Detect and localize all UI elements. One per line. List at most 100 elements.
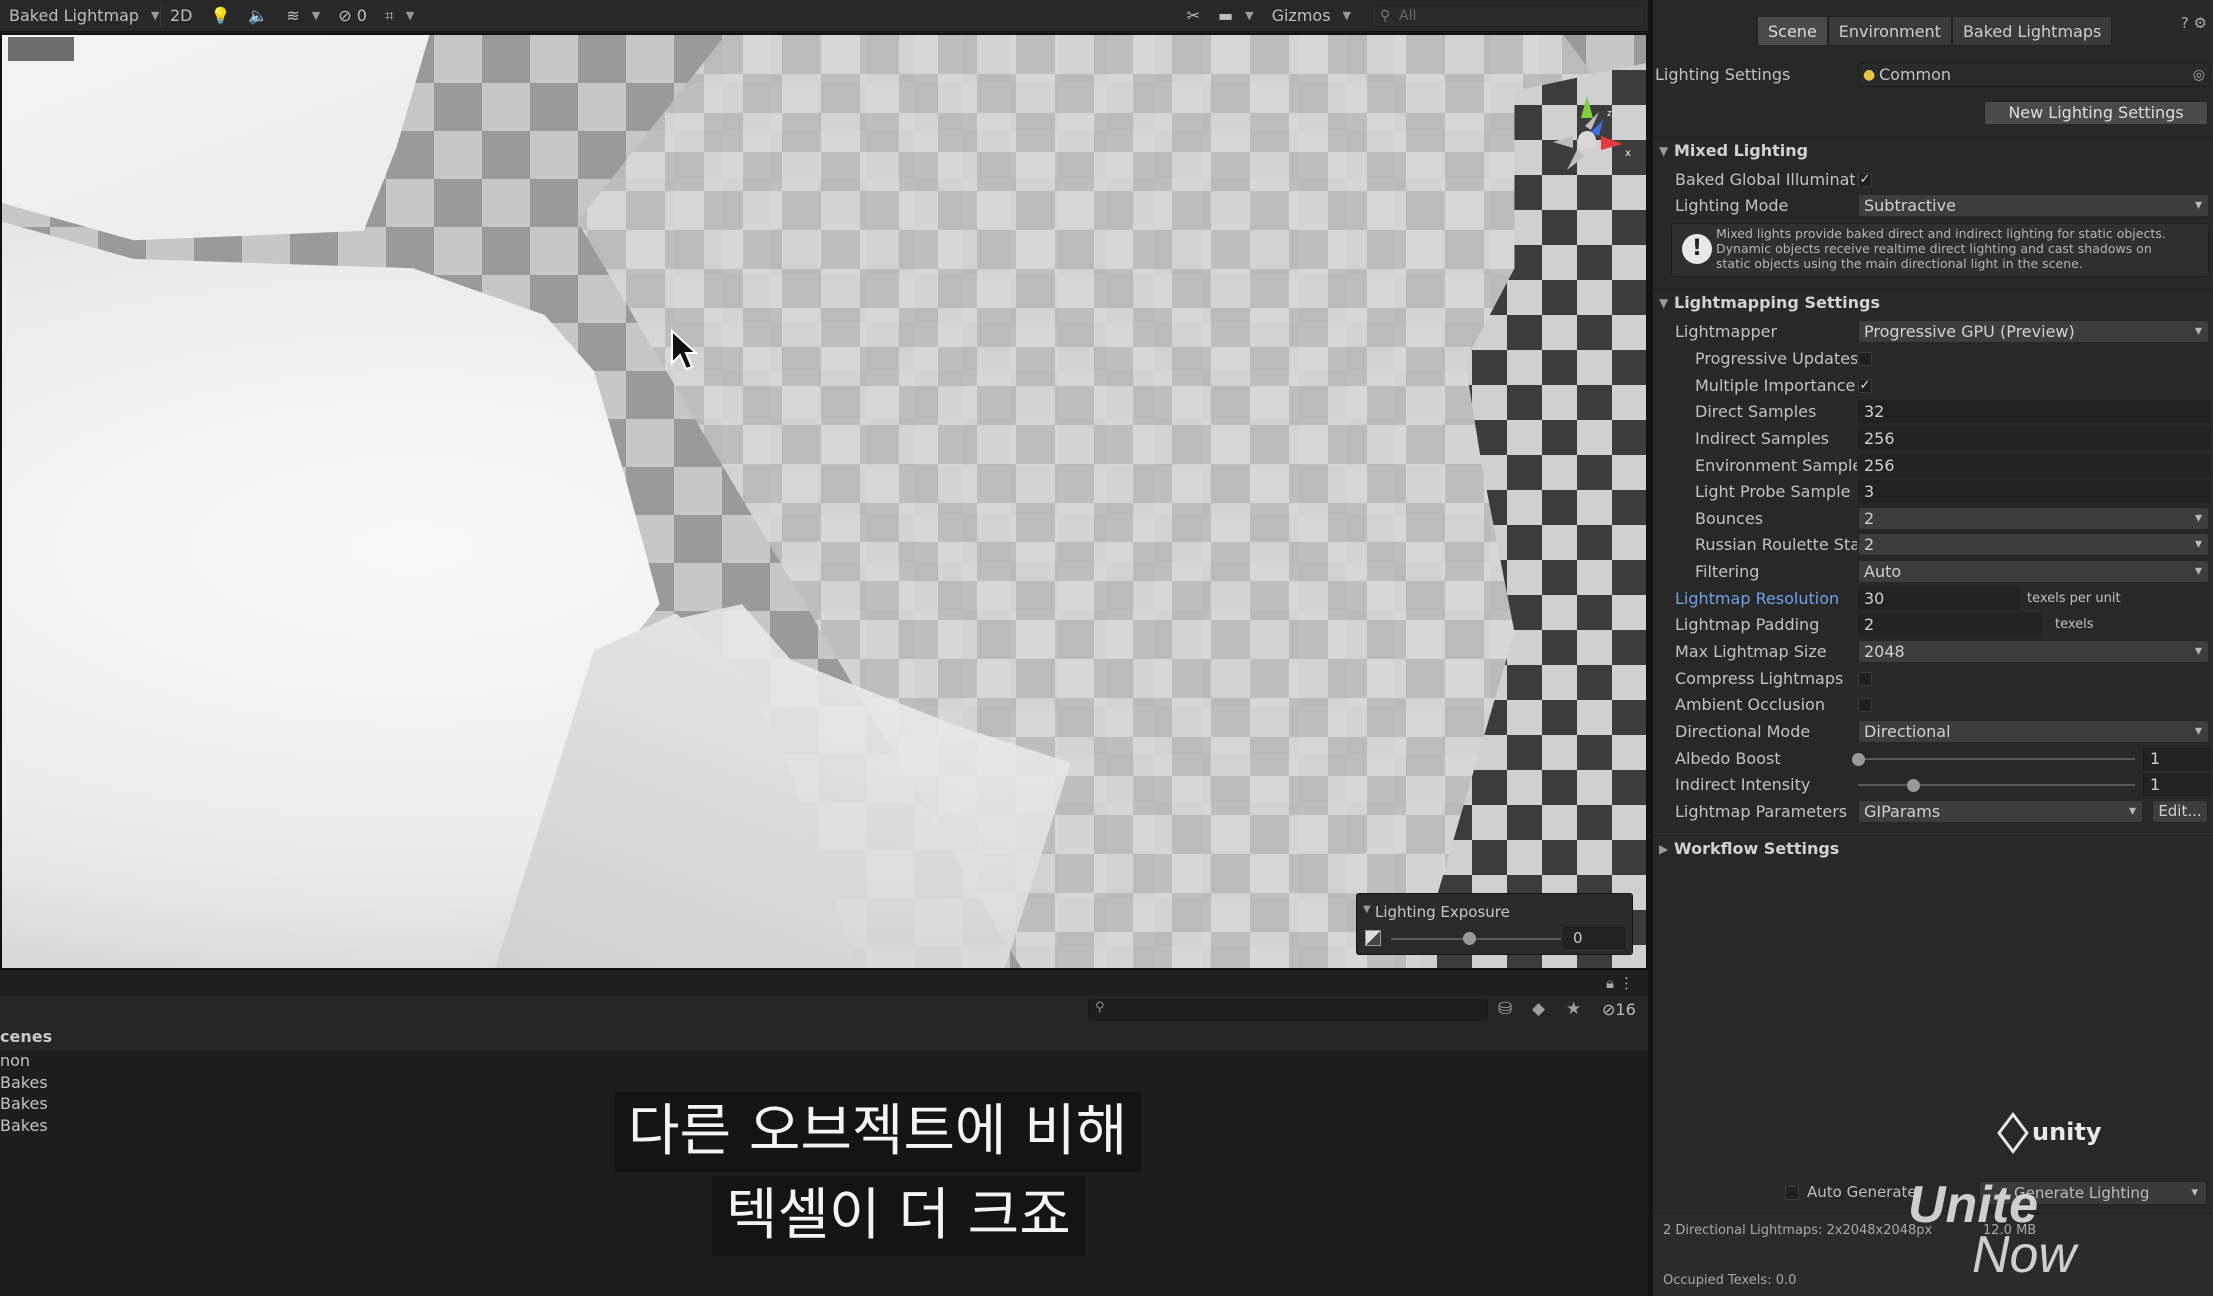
chevron-down-icon: ▼ — [1342, 9, 1351, 22]
lighting-mode-label: Lighting Mode — [1675, 196, 1789, 215]
directional-mode-dropdown[interactable]: Directional — [1858, 720, 2209, 743]
lightmap-resolution-field[interactable]: 30 — [1858, 587, 2020, 610]
draw-mode-dropdown[interactable]: Baked Lightmap ▼ — [0, 0, 160, 32]
baked-gi-checkbox[interactable]: ✓ — [1858, 173, 1872, 187]
more-options-icon[interactable]: ⋮ — [1619, 974, 1634, 992]
list-item[interactable]: Bakes — [0, 1072, 1648, 1094]
new-lighting-settings-button[interactable]: New Lighting Settings — [1984, 101, 2208, 125]
light-probe-samples-label: Light Probe Sample M — [1695, 482, 1857, 501]
exposure-slider-track[interactable] — [1391, 938, 1561, 940]
collapse-arrow-icon[interactable]: ▼ — [1363, 904, 1371, 915]
direct-samples-field[interactable]: 32 — [1858, 400, 2210, 423]
overlay-tab[interactable] — [8, 37, 74, 61]
indirect-intensity-field[interactable]: 1 — [2143, 774, 2209, 796]
exposure-value-field[interactable]: 0 — [1563, 927, 1625, 949]
progressive-updates-checkbox[interactable] — [1858, 352, 1872, 366]
ambient-occlusion-checkbox[interactable] — [1858, 698, 1872, 712]
filtering-dropdown[interactable]: Auto — [1858, 560, 2209, 583]
foldout-expanded-icon: ▼ — [1659, 144, 1669, 158]
eye-slash-icon: ⊘ — [338, 6, 352, 25]
lightmap-parameters-dropdown[interactable]: GIParams — [1858, 800, 2143, 823]
max-lightmap-size-dropdown[interactable]: 2048 — [1858, 640, 2209, 663]
tab-baked-lightmaps[interactable]: Baked Lightmaps — [1951, 16, 2113, 46]
indirect-intensity-slider-track[interactable] — [1858, 784, 2135, 786]
grid-toggle-icon[interactable]: ⌗ ▼ — [376, 0, 423, 32]
light-probe-samples-field[interactable]: 3 — [1858, 480, 2210, 503]
lightmapping-settings-foldout[interactable]: ▼ Lightmapping Settings — [1653, 289, 2213, 315]
indirect-samples-field[interactable]: 256 — [1858, 427, 2210, 450]
lightmapping-settings-title: Lightmapping Settings — [1674, 293, 1880, 312]
exposure-icon — [1365, 930, 1381, 946]
lightmap-parameters-row: Lightmap Parameters GIParams Edit... — [1653, 799, 2213, 825]
favorite-star-icon[interactable]: ★ — [1566, 999, 1581, 1019]
albedo-boost-slider-handle[interactable] — [1852, 753, 1865, 766]
filter-type-icon[interactable]: ⛁ — [1498, 999, 1512, 1019]
chevron-down-icon: ▼ — [311, 9, 321, 22]
foldout-expanded-icon: ▼ — [1659, 296, 1669, 310]
unity-logo: unity — [1997, 1112, 2102, 1154]
mixed-lighting-foldout[interactable]: ▼ Mixed Lighting — [1653, 137, 2213, 163]
lightmapper-dropdown[interactable]: Progressive GPU (Preview) — [1858, 320, 2209, 343]
auto-generate-checkbox[interactable] — [1785, 1185, 1799, 1200]
lighting-exposure-overlay: ▼ Lighting Exposure 0 — [1356, 893, 1633, 955]
exposure-title: Lighting Exposure — [1375, 903, 1510, 921]
scene-viewport[interactable]: x z — [0, 33, 1648, 970]
multiple-importance-checkbox[interactable]: ✓ — [1858, 379, 1872, 393]
foldout-collapsed-icon: ▶ — [1659, 842, 1669, 856]
russian-roulette-dropdown[interactable]: 2 — [1858, 533, 2209, 556]
compress-lightmaps-checkbox[interactable] — [1858, 672, 1872, 686]
hidden-objects-count: 0 — [356, 6, 367, 25]
lighting-settings-asset-field[interactable]: ● Common ◎ — [1858, 63, 2210, 87]
indirect-intensity-slider-handle[interactable] — [1907, 779, 1921, 792]
unity-logo-text: unity — [2032, 1118, 2102, 1146]
environment-samples-field[interactable]: 256 — [1858, 454, 2210, 477]
lightmap-padding-field[interactable]: 2 — [1858, 613, 2042, 636]
albedo-boost-field[interactable]: 1 — [2143, 748, 2209, 770]
toggle-2d-label: 2D — [170, 6, 193, 25]
orientation-gizmo[interactable]: x z — [1537, 90, 1637, 190]
unite-now-watermark: Unite Now — [1908, 1179, 2076, 1281]
scene-visibility-toggle[interactable]: ⊘ 0 — [329, 0, 376, 32]
tools-icon[interactable]: ✂ — [1178, 0, 1209, 32]
hidden-packages-toggle[interactable]: ⊘16 — [1602, 1000, 1636, 1019]
edit-parameters-button[interactable]: Edit... — [2152, 800, 2208, 823]
lighting-tabs: Scene Environment Baked Lightmaps — [1757, 16, 2113, 46]
info-line-3: static objects using the main directiona… — [1716, 256, 2083, 271]
draw-mode-label: Baked Lightmap — [9, 6, 140, 25]
hierarchy-search-input[interactable]: ⚲ — [1088, 999, 1488, 1021]
gizmos-dropdown[interactable]: Gizmos ▼ — [1263, 0, 1360, 32]
scene-search-input[interactable]: ⚲ All — [1372, 5, 1644, 27]
lighting-toggle-icon[interactable]: 💡 — [202, 0, 240, 32]
environment-samples-row: Environment Samples 256 — [1653, 453, 2213, 479]
effects-toggle-icon[interactable]: ≋ ▼ — [277, 0, 329, 32]
albedo-boost-slider-track[interactable] — [1858, 758, 2135, 760]
bounces-dropdown[interactable]: 2 — [1858, 507, 2209, 530]
exposure-slider-handle[interactable] — [1463, 932, 1476, 945]
filtering-row: Filtering Auto — [1653, 559, 2213, 585]
label-filter-icon[interactable]: ◆ — [1532, 999, 1545, 1019]
indirect-intensity-row: Indirect Intensity 1 — [1653, 772, 2213, 798]
list-item[interactable]: non — [0, 1050, 1648, 1072]
baked-gi-label: Baked Global Illuminatio — [1675, 170, 1855, 189]
camera-icon[interactable]: ▬ ▼ — [1209, 0, 1263, 32]
workflow-settings-foldout[interactable]: ▶ Workflow Settings — [1653, 835, 2213, 861]
tab-scene[interactable]: Scene — [1757, 16, 1828, 46]
directional-mode-label: Directional Mode — [1675, 722, 1811, 741]
object-picker-icon[interactable]: ◎ — [2193, 64, 2205, 86]
help-icon[interactable]: ? — [2181, 14, 2189, 32]
lightmap-parameters-label: Lightmap Parameters — [1675, 802, 1848, 821]
hierarchy-toolbar: ⚲ ⛁ ◆ ★ ⊘16 — [0, 996, 1648, 1024]
audio-toggle-icon[interactable]: 🔈 — [239, 0, 277, 32]
albedo-boost-row: Albedo Boost 1 — [1653, 746, 2213, 772]
lightmapper-label: Lightmapper — [1675, 322, 1778, 341]
lock-icon[interactable]: 🔒︎ — [1606, 974, 1614, 992]
directional-mode-row: Directional Mode Directional — [1653, 719, 2213, 745]
compress-lightmaps-row: Compress Lightmaps — [1653, 666, 2213, 692]
tab-environment[interactable]: Environment — [1827, 16, 1952, 46]
auto-generate-toggle[interactable]: Auto Generate — [1785, 1183, 1917, 1201]
toggle-2d-button[interactable]: 2D — [161, 0, 202, 32]
environment-samples-label: Environment Samples — [1695, 456, 1857, 475]
gear-icon[interactable]: ⚙ — [2194, 14, 2207, 32]
chevron-down-icon: ▼ — [1245, 9, 1254, 22]
lighting-mode-dropdown[interactable]: Subtractive — [1858, 194, 2209, 217]
